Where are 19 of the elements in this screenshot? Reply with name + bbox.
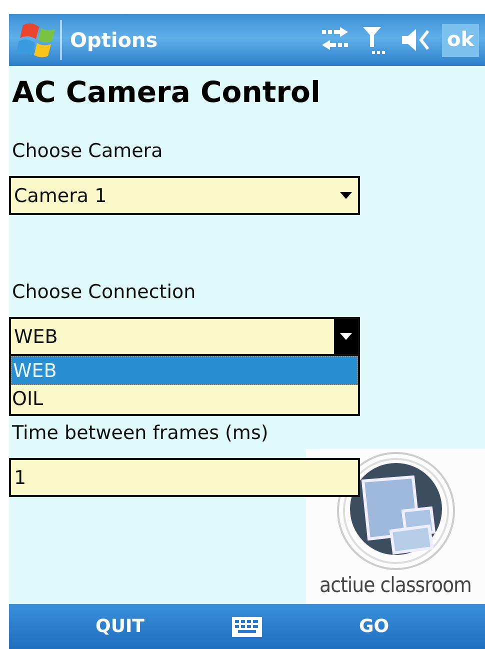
window-title: Options (70, 28, 158, 52)
field-label: Choose Camera (12, 139, 164, 164)
speaker-icon[interactable] (400, 27, 432, 53)
keyboard-icon[interactable] (231, 616, 263, 638)
dropdown-arrow-icon[interactable] (340, 333, 352, 340)
dropdown-arrow-icon[interactable] (340, 192, 352, 199)
page-heading: AC Camera Control (12, 74, 322, 110)
dropdown[interactable]: WEB (9, 317, 360, 356)
logo-text: actiue classroom (320, 573, 472, 597)
connectivity-icon[interactable] (320, 27, 350, 53)
dropdown-option[interactable]: OIL (11, 385, 358, 414)
signal-antenna-icon[interactable] (362, 25, 386, 55)
windows-logo-icon[interactable] (15, 21, 55, 59)
quit-button[interactable]: QUIT (96, 616, 144, 637)
input-field[interactable]: 1 (9, 458, 360, 497)
go-button[interactable]: GO (358, 616, 390, 637)
dropdown[interactable]: Camera 1 (9, 176, 360, 215)
field-label: Time between frames (ms) (12, 421, 270, 446)
field-label: Choose Connection (12, 280, 197, 305)
